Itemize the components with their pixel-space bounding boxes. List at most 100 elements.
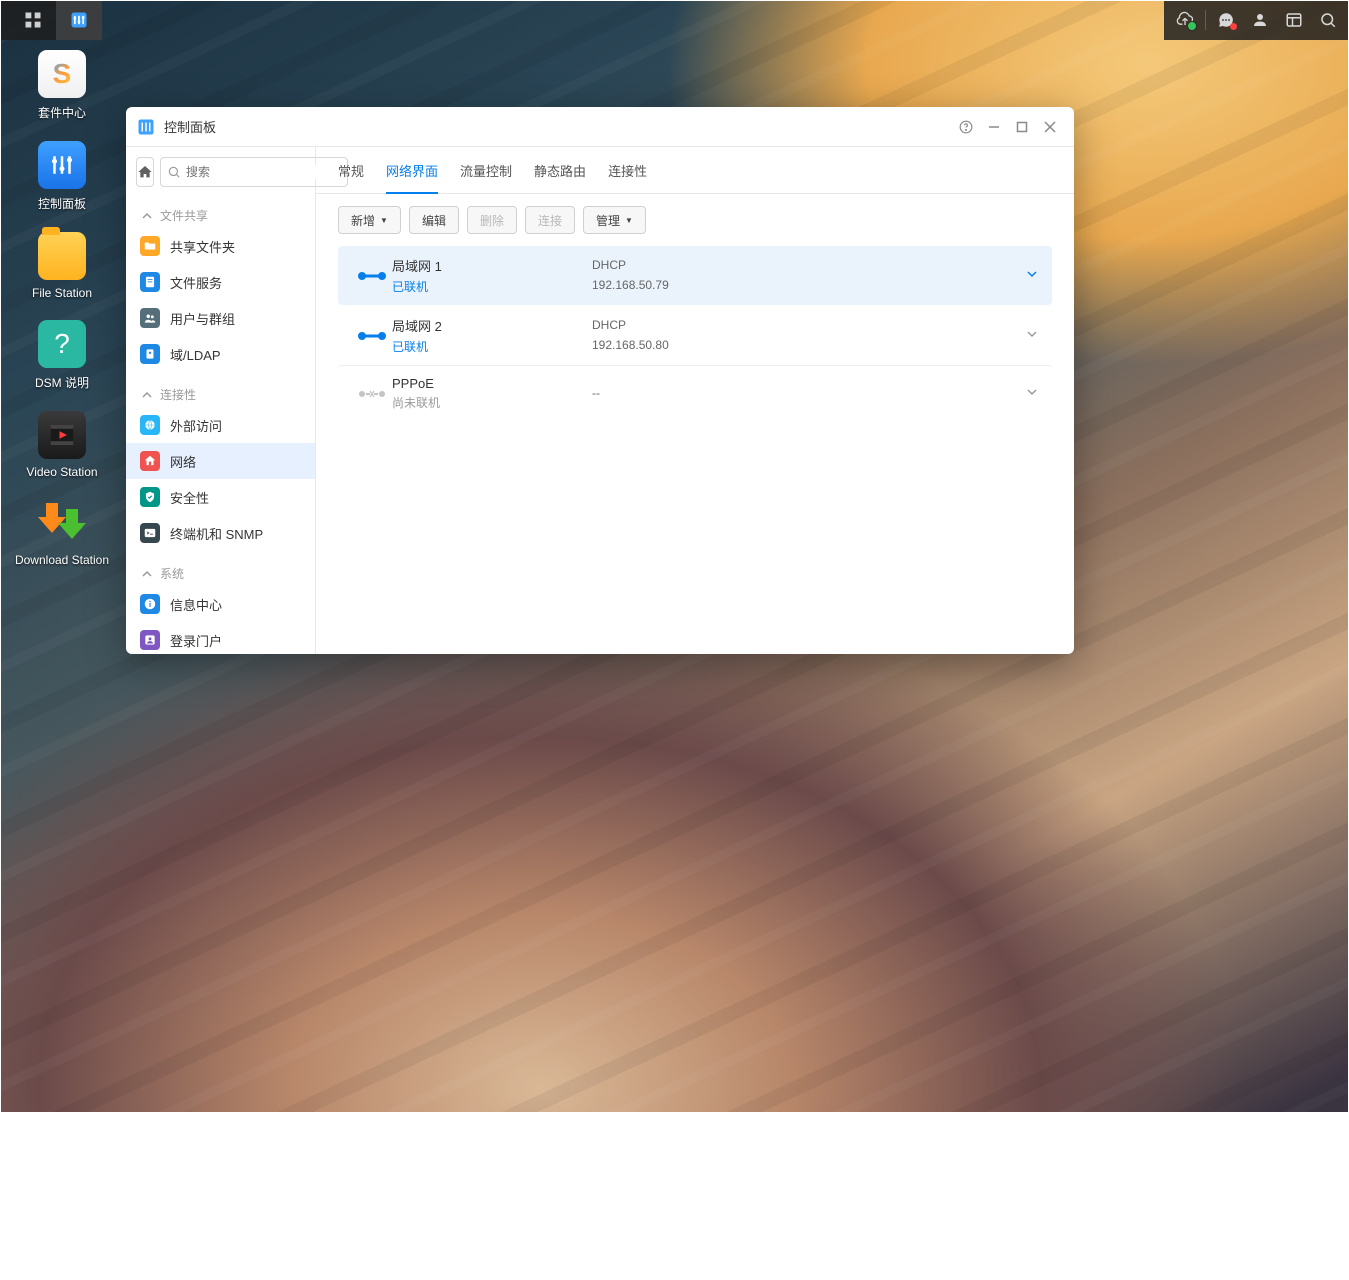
interface-row[interactable]: PPPoE尚未联机-- — [338, 365, 1052, 421]
control-panel-icon — [69, 10, 89, 30]
network-interface-icon — [352, 328, 392, 344]
desktop-icon-video-station[interactable]: Video Station — [12, 411, 112, 479]
tray-upload-status[interactable] — [1168, 0, 1202, 40]
desktop-icons: 套件中心 控制面板 File Station ? DSM 说明 Video St… — [12, 50, 112, 587]
tab[interactable]: 网络界面 — [386, 161, 438, 194]
control-panel-icon — [38, 141, 86, 189]
folder-icon — [38, 232, 86, 280]
main-menu-button[interactable] — [10, 0, 56, 40]
tray-widgets[interactable] — [1277, 0, 1311, 40]
sidebar-item[interactable]: 文件服务 — [126, 264, 315, 300]
desktop-icon-label: Download Station — [12, 553, 112, 567]
window-title: 控制面板 — [164, 117, 952, 136]
delete-button: 删除 — [467, 206, 517, 234]
sidebar-section-header[interactable]: 连接性 — [126, 382, 315, 407]
sidebar-item-label: 用户与群组 — [170, 309, 235, 328]
sidebar-item-label: 域/LDAP — [170, 345, 221, 364]
tab[interactable]: 常规 — [338, 161, 364, 193]
chevron-down-icon — [1026, 385, 1038, 403]
sidebar-item-icon — [140, 630, 160, 650]
minimize-icon — [988, 121, 1000, 133]
tab[interactable]: 连接性 — [608, 161, 647, 193]
minimize-button[interactable] — [980, 113, 1008, 141]
desktop-icon-control-panel[interactable]: 控制面板 — [12, 141, 112, 212]
sidebar-item-label: 网络 — [170, 452, 196, 471]
sidebar-item-icon — [140, 272, 160, 292]
sidebar-section-header[interactable]: 文件共享 — [126, 203, 315, 228]
sidebar-item[interactable]: 共享文件夹 — [126, 228, 315, 264]
main-pane: 常规网络界面流量控制静态路由连接性 新增▼ 编辑 删除 连接 管理▼ 局域网 1… — [316, 147, 1074, 654]
help-icon — [959, 120, 973, 134]
desktop-icon-file-station[interactable]: File Station — [12, 232, 112, 300]
chevron-up-icon — [142, 211, 152, 221]
desktop-icon-dsm-help[interactable]: ? DSM 说明 — [12, 320, 112, 391]
sidebar-item[interactable]: 网络 — [126, 443, 315, 479]
desktop-icon-download-station[interactable]: Download Station — [12, 499, 112, 567]
sidebar-item-label: 外部访问 — [170, 416, 222, 435]
sidebar-item-icon — [140, 523, 160, 543]
interface-status: 已联机 — [392, 278, 592, 295]
package-center-icon — [38, 50, 86, 98]
sidebar-item[interactable]: 用户与群组 — [126, 300, 315, 336]
sidebar-item-icon — [140, 451, 160, 471]
edit-button[interactable]: 编辑 — [409, 206, 459, 234]
maximize-button[interactable] — [1008, 113, 1036, 141]
tab[interactable]: 静态路由 — [534, 161, 586, 193]
desktop-icon-label: File Station — [12, 286, 112, 300]
chevron-down-icon: ▼ — [380, 216, 388, 225]
chevron-down-icon — [1026, 327, 1038, 345]
sidebar-item-label: 信息中心 — [170, 595, 222, 614]
desktop-icon-label: 控制面板 — [12, 195, 112, 212]
close-button[interactable] — [1036, 113, 1064, 141]
taskbar-item-control-panel[interactable] — [56, 0, 102, 40]
sidebar: 文件共享共享文件夹文件服务用户与群组域/LDAP 连接性外部访问网络安全性终端机和… — [126, 147, 316, 654]
sidebar-item-label: 登录门户 — [170, 631, 222, 650]
desktop-icon-package-center[interactable]: 套件中心 — [12, 50, 112, 121]
help-button[interactable] — [952, 113, 980, 141]
sidebar-section-header[interactable]: 系统 — [126, 561, 315, 586]
sidebar-item-label: 安全性 — [170, 488, 209, 507]
sidebar-item-icon — [140, 236, 160, 256]
add-button[interactable]: 新增▼ — [338, 206, 401, 234]
interface-status: 尚未联机 — [392, 394, 592, 411]
network-interface-icon — [352, 386, 392, 402]
chevron-up-icon — [142, 390, 152, 400]
video-icon — [38, 411, 86, 459]
sidebar-item[interactable]: 外部访问 — [126, 407, 315, 443]
sidebar-item-icon — [140, 308, 160, 328]
help-icon: ? — [38, 320, 86, 368]
interface-row[interactable]: 局域网 2已联机DHCP192.168.50.80 — [338, 305, 1052, 365]
sidebar-item-icon — [140, 487, 160, 507]
home-icon — [137, 164, 153, 180]
tray-chat[interactable] — [1209, 0, 1243, 40]
desktop-icon-label: 套件中心 — [12, 104, 112, 121]
notification-badge — [1230, 23, 1237, 30]
dashboard-icon — [1285, 11, 1303, 29]
home-button[interactable] — [136, 157, 154, 187]
desktop-icon-label: DSM 说明 — [12, 374, 112, 391]
tray-user[interactable] — [1243, 0, 1277, 40]
tray-search[interactable] — [1311, 0, 1345, 40]
sidebar-item[interactable]: 终端机和 SNMP — [126, 515, 315, 551]
download-icon — [38, 499, 86, 547]
sidebar-item-icon — [140, 415, 160, 435]
interface-name: 局域网 1 — [392, 256, 592, 275]
sidebar-item-icon — [140, 594, 160, 614]
interface-info: DHCP192.168.50.79 — [592, 256, 669, 294]
manage-button[interactable]: 管理▼ — [583, 206, 646, 234]
sidebar-item-label: 共享文件夹 — [170, 237, 235, 256]
chevron-down-icon: ▼ — [625, 216, 633, 225]
network-interface-icon — [352, 268, 392, 284]
search-icon — [1319, 11, 1337, 29]
chevron-up-icon — [142, 569, 152, 579]
window-titlebar[interactable]: 控制面板 — [126, 107, 1074, 147]
sidebar-item[interactable]: 信息中心 — [126, 586, 315, 622]
control-panel-window: 控制面板 文件共享共享文件夹文件服务用户与群组域/LDAP 连接性外部访问网络安全… — [126, 107, 1074, 654]
sidebar-item[interactable]: 安全性 — [126, 479, 315, 515]
tab[interactable]: 流量控制 — [460, 161, 512, 193]
search-icon — [167, 165, 181, 179]
sidebar-item[interactable]: 域/LDAP — [126, 336, 315, 372]
maximize-icon — [1016, 121, 1028, 133]
interface-row[interactable]: 局域网 1 已联机DHCP192.168.50.79 — [338, 246, 1052, 305]
sidebar-item[interactable]: 登录门户 — [126, 622, 315, 654]
